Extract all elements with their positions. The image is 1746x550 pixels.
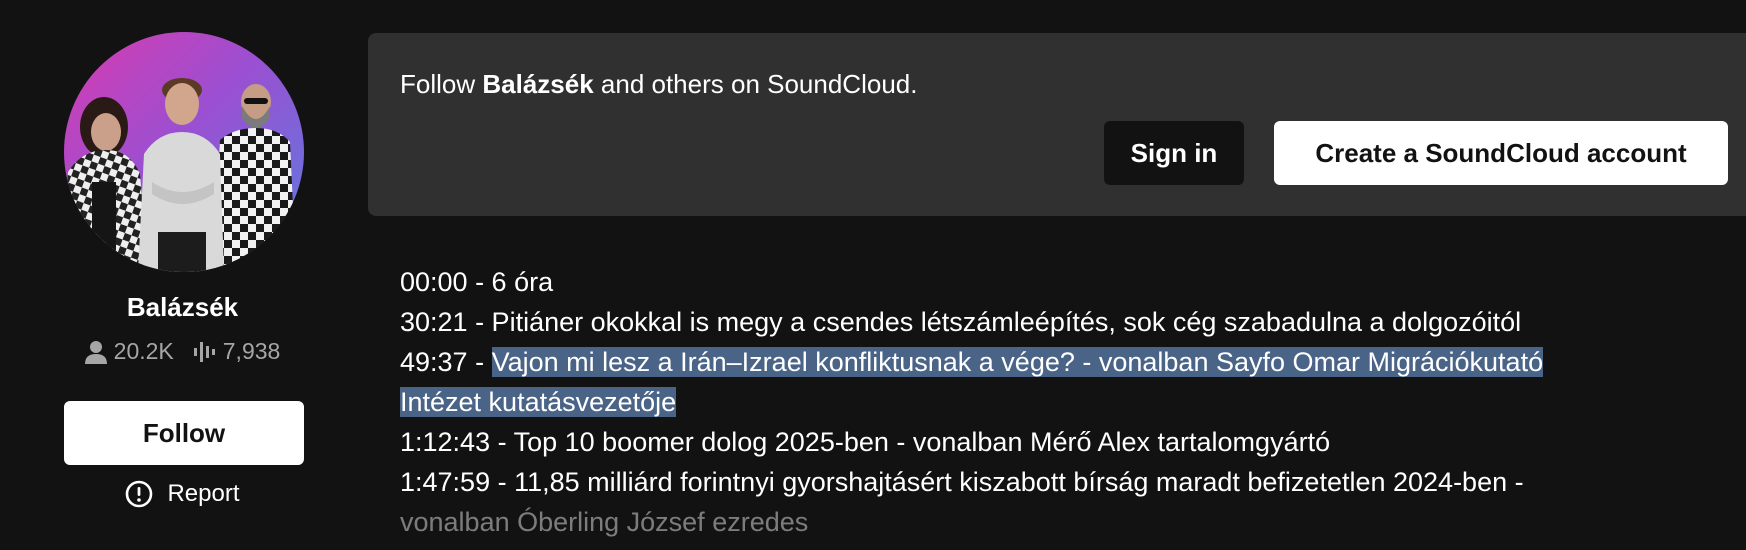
- follow-button[interactable]: Follow: [64, 401, 304, 465]
- profile-stats: 20.2K 7,938: [0, 338, 365, 365]
- followers-stat[interactable]: 20.2K: [84, 338, 174, 365]
- followers-count: 20.2K: [113, 338, 174, 364]
- avatar[interactable]: [64, 32, 304, 272]
- sign-in-button[interactable]: Sign in: [1104, 121, 1244, 185]
- description-line: 00:00 - 6 óra: [400, 267, 554, 297]
- selected-text: Intézet kutatásvezetője: [400, 387, 677, 417]
- description-line: Intézet kutatásvezetője: [400, 382, 1700, 422]
- tracks-count: 7,938: [222, 338, 281, 364]
- description-line: 49:37 - Vajon mi lesz a Irán–Izrael konf…: [400, 342, 1700, 382]
- tracks-stat[interactable]: 7,938: [193, 338, 281, 365]
- track-description: 00:00 - 6 óra 30:21 - Pitiáner okokkal i…: [400, 262, 1700, 542]
- alert-circle-icon: [125, 480, 153, 508]
- description-line: 1:12:43 - Top 10 boomer dolog 2025-ben -…: [400, 427, 1331, 457]
- create-account-button[interactable]: Create a SoundCloud account: [1274, 121, 1728, 185]
- profile-name[interactable]: Balázsék: [0, 292, 365, 323]
- description-line: vonalban Óberling József ezredes: [400, 507, 809, 537]
- signin-banner: Follow Balázsék and others on SoundCloud…: [368, 33, 1746, 216]
- report-label: Report: [167, 480, 240, 507]
- waveform-icon: [193, 340, 216, 364]
- timestamp: 49:37 -: [400, 347, 492, 377]
- description-line: 30:21 - Pitiáner okokkal is megy a csend…: [400, 307, 1522, 337]
- user-icon: [84, 340, 107, 364]
- banner-suffix: and others on SoundCloud.: [593, 69, 918, 99]
- banner-artist-name: Balázsék: [482, 69, 594, 99]
- banner-prefix: Follow: [400, 69, 483, 99]
- profile-sidebar: Balázsék 20.2K 7,938 Follow Report: [0, 0, 365, 550]
- report-link[interactable]: Report: [0, 480, 365, 508]
- banner-message: Follow Balázsék and others on SoundCloud…: [400, 69, 917, 100]
- description-line: 1:47:59 - 11,85 milliárd forintnyi gyors…: [400, 467, 1524, 497]
- selected-text: Vajon mi lesz a Irán–Izrael konfliktusna…: [491, 347, 1544, 377]
- profile-page: Balázsék 20.2K 7,938 Follow Report Follo…: [0, 0, 1746, 550]
- avatar-image: [64, 78, 296, 272]
